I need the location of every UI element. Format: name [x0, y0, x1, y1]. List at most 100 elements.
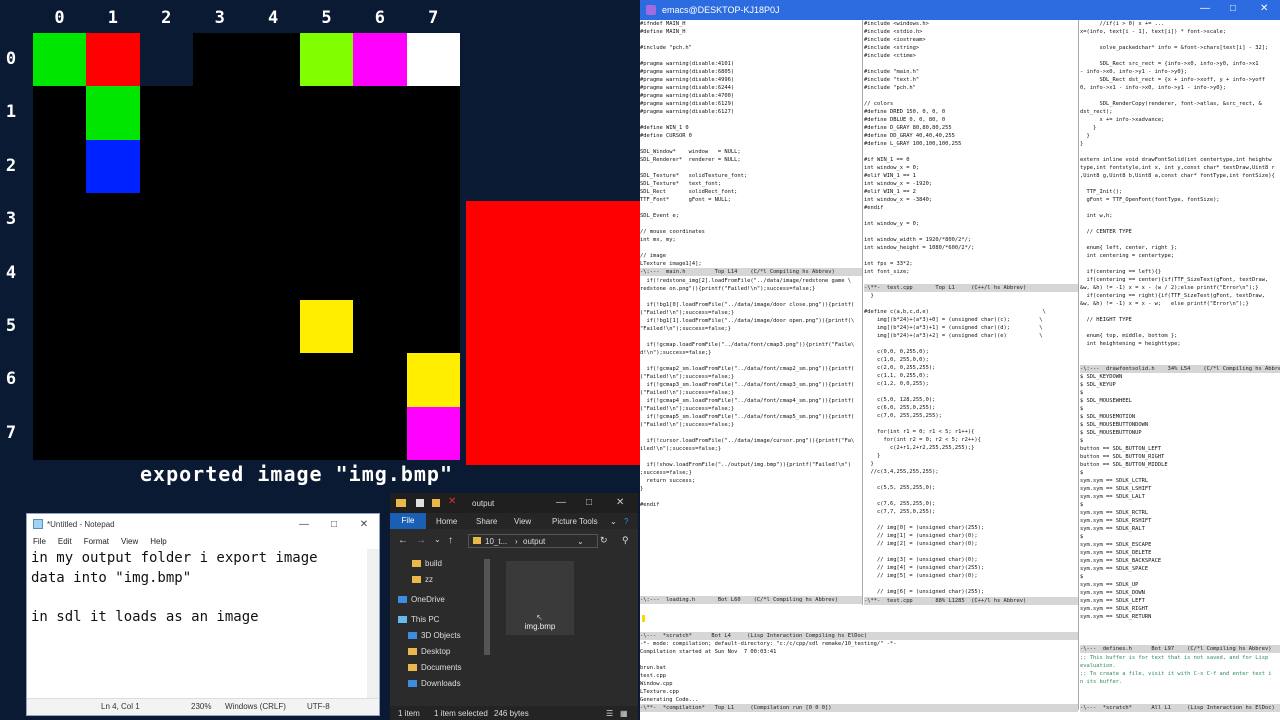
- tab-view[interactable]: View: [514, 517, 531, 526]
- minimize-icon[interactable]: —: [1200, 3, 1210, 14]
- column-label: 1: [107, 8, 119, 28]
- properties-icon[interactable]: [416, 499, 424, 507]
- folder-icon: [412, 576, 421, 583]
- nav-item-label: Downloads: [421, 679, 461, 688]
- scratch-buffer[interactable]: [640, 605, 1078, 631]
- editor-pane-main-h[interactable]: #ifndef MAIN_H #define MAIN_H #include "…: [640, 20, 862, 268]
- modeline-scratch: -\--- *scratch* Bot L4 (Lisp Interaction…: [640, 632, 1078, 640]
- nav-item[interactable]: Desktop: [408, 647, 450, 656]
- help-icon[interactable]: ?: [624, 517, 628, 526]
- nav-item[interactable]: build: [412, 559, 442, 568]
- menu-view[interactable]: View: [121, 537, 138, 546]
- grid-cell: [86, 86, 140, 140]
- maximize-icon[interactable]: □: [586, 497, 592, 508]
- encoding: UTF-8: [307, 702, 330, 711]
- up-icon[interactable]: ↑: [448, 535, 453, 546]
- recent-icon[interactable]: ⌄: [434, 535, 441, 544]
- modeline-loading-h: -\:--- loading.h Bot L60 (C/*l Compiling…: [640, 596, 862, 604]
- nav-item[interactable]: OneDrive: [398, 595, 445, 604]
- row-label: 6: [5, 369, 17, 390]
- compilation-buffer[interactable]: -*- mode: compilation; default-directory…: [640, 640, 1078, 704]
- details-view-icon[interactable]: ☰: [606, 709, 613, 718]
- folder-icon: [408, 648, 417, 655]
- search-icon[interactable]: ⚲: [622, 535, 629, 546]
- grid-cell: [300, 300, 354, 354]
- modeline-test-cpp-bottom: -\**- test.cpp 88% L1285 (C++/l hs Abbre…: [864, 597, 1078, 605]
- nav-item[interactable]: 3D Objects: [408, 631, 461, 640]
- menu-format[interactable]: Format: [84, 537, 109, 546]
- notepad-text-area[interactable]: in my output folder i export image data …: [31, 549, 365, 699]
- row-label: 0: [5, 49, 17, 69]
- chevron-down-icon[interactable]: ⌄: [577, 537, 584, 546]
- export-caption: exported image "img.bmp": [140, 462, 453, 486]
- editor-pane-test-cpp-top[interactable]: #include <windows.h> #include <stdio.h> …: [864, 20, 1078, 282]
- nav-item[interactable]: This PC: [398, 615, 439, 624]
- notepad-scrollbar[interactable]: [367, 549, 379, 699]
- menu-edit[interactable]: Edit: [58, 537, 72, 546]
- nav-item[interactable]: zz: [412, 575, 433, 584]
- line-endings: Windows (CRLF): [225, 702, 286, 711]
- grid-cell: [353, 33, 407, 87]
- tab-share[interactable]: Share: [476, 517, 497, 526]
- chevron-down-icon[interactable]: ⌄: [610, 517, 617, 526]
- close-icon[interactable]: ✕: [1260, 3, 1268, 14]
- row-label: 4: [5, 262, 17, 283]
- file-item[interactable]: ↖ img.bmp: [506, 561, 574, 635]
- nav-item-label: Documents: [421, 663, 462, 672]
- emacs-icon: [646, 5, 656, 15]
- minimize-icon[interactable]: —: [289, 519, 319, 530]
- nav-item[interactable]: Downloads: [408, 679, 461, 688]
- pane-divider[interactable]: [1078, 20, 1079, 710]
- breadcrumb-current[interactable]: output: [523, 537, 545, 546]
- editor-pane-defines-h[interactable]: $ SDL_KEYDOWN $ SDL_KEYUP $ $ SDL_MOUSEW…: [1080, 373, 1280, 643]
- pane-divider[interactable]: [862, 20, 863, 605]
- tab-file[interactable]: File: [390, 513, 426, 529]
- explorer-file-view: ↖ img.bmp: [490, 553, 638, 706]
- maximize-icon[interactable]: □: [319, 519, 349, 530]
- explorer-window[interactable]: ✕ output — □ ✕ File Home Share View Pict…: [390, 493, 638, 720]
- tiles-view-icon[interactable]: ▦: [620, 709, 628, 718]
- back-icon[interactable]: ←: [398, 535, 408, 546]
- tab-picture-tools[interactable]: Picture Tools: [552, 517, 598, 526]
- emacs-titlebar[interactable]: emacs@DESKTOP-KJ18P0J — □ ✕: [640, 0, 1280, 20]
- row-label: 3: [5, 209, 17, 230]
- nav-item-label: OneDrive: [411, 595, 445, 604]
- notepad-statusbar: Ln 4, Col 1 230% Windows (CRLF) UTF-8: [27, 698, 379, 715]
- editor-pane-drawfontsolid-h[interactable]: //if(i > 0) x += ... x=(info, text[i - 1…: [1080, 20, 1280, 364]
- cube-icon: [408, 632, 417, 639]
- editor-pane-scratch[interactable]: ;; This buffer is for text that is not s…: [1080, 654, 1280, 702]
- emacs-window[interactable]: emacs@DESKTOP-KJ18P0J — □ ✕ #ifndef MAIN…: [640, 0, 1280, 720]
- maximize-icon[interactable]: □: [1230, 3, 1236, 14]
- menu-help[interactable]: Help: [150, 537, 166, 546]
- nav-item-label: This PC: [411, 615, 440, 624]
- editor-pane-test-cpp-bottom[interactable]: } #define c(a,b,c,d,e) \ img[(b*24)+(a*3…: [864, 292, 1078, 596]
- forward-icon[interactable]: →: [416, 535, 426, 546]
- folder-icon: [412, 560, 421, 567]
- close-icon[interactable]: ✕: [616, 497, 624, 508]
- column-label: 4: [267, 8, 279, 28]
- folder-icon: [396, 499, 406, 507]
- explorer-titlebar[interactable]: ✕ output — □ ✕: [390, 493, 638, 513]
- nav-item[interactable]: Documents: [408, 663, 461, 672]
- delete-icon[interactable]: ✕: [448, 496, 456, 507]
- cursor-position: Ln 4, Col 1: [101, 702, 140, 711]
- editor-pane-loading-h[interactable]: if(!redstone_img[2].loadFromFile("../dat…: [640, 277, 862, 595]
- minimize-icon[interactable]: —: [556, 497, 566, 508]
- row-label: 1: [5, 102, 17, 123]
- breadcrumb-parent[interactable]: 10_t...: [485, 537, 507, 546]
- tab-home[interactable]: Home: [436, 517, 457, 526]
- nav-item-label: Desktop: [421, 647, 451, 656]
- nav-item-label: 3D Objects: [421, 631, 461, 640]
- notepad-titlebar[interactable]: *Untitled - Notepad — □ ✕: [27, 514, 379, 534]
- new-folder-icon[interactable]: [432, 499, 440, 507]
- menu-file[interactable]: File: [33, 537, 46, 546]
- address-input[interactable]: 10_t... › output ⌄: [468, 534, 598, 548]
- notepad-window[interactable]: *Untitled - Notepad — □ ✕ File Edit Form…: [26, 513, 380, 716]
- selection-count: 1 item selected: [434, 709, 488, 718]
- sdl-grid-window: 0 1 2 3 4 5 6 7 0 1 2 3 4 5 6 7 exported image "img.bm…: [0, 0, 640, 490]
- close-icon[interactable]: ✕: [349, 519, 379, 530]
- row-label: 7: [5, 422, 17, 443]
- grid-cell: [406, 33, 461, 87]
- grid-cell: [406, 353, 461, 407]
- refresh-icon[interactable]: ↻: [600, 535, 608, 546]
